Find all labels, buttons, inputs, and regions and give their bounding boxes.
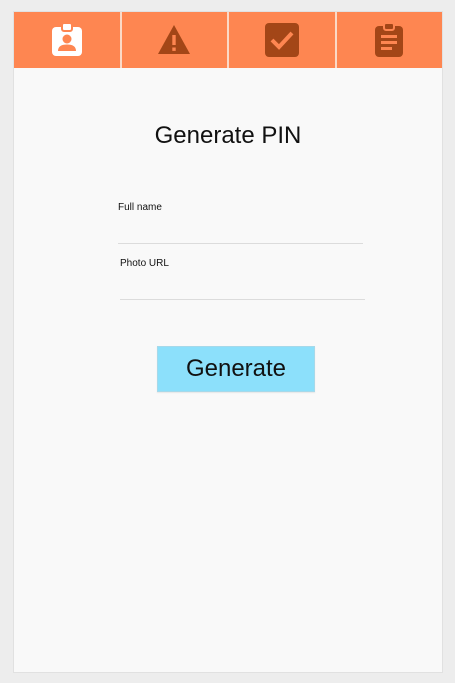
full-name-field: Full name (118, 202, 363, 244)
full-name-input[interactable] (118, 214, 363, 244)
tab-tasks[interactable] (229, 12, 337, 68)
photo-url-label: Photo URL (120, 258, 169, 269)
id-badge-icon (51, 22, 82, 56)
tab-bar (14, 12, 442, 68)
app-window: Generate PIN Full name Photo URL Generat… (13, 11, 443, 673)
warning-icon (158, 25, 191, 54)
full-name-label: Full name (118, 202, 162, 213)
clipboard-icon (375, 22, 404, 57)
tab-profile[interactable] (14, 12, 122, 68)
tab-reports[interactable] (337, 12, 443, 68)
page-title: Generate PIN (154, 122, 302, 149)
photo-url-field: Photo URL (120, 258, 365, 300)
photo-url-input[interactable] (120, 270, 365, 300)
generate-button[interactable]: Generate (157, 346, 315, 392)
tab-alerts[interactable] (122, 12, 229, 68)
checkbox-icon (264, 23, 299, 57)
